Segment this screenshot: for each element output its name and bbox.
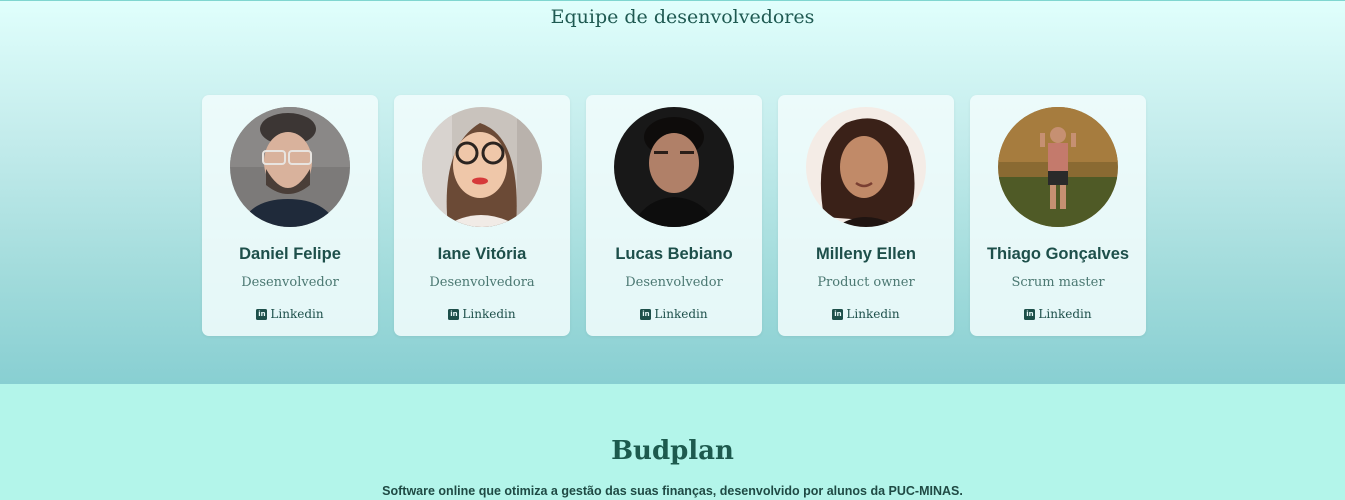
linkedin-label: Linkedin [1038,307,1092,321]
footer-tagline: Software online que otimiza a gestão das… [382,484,963,498]
member-name: Iane Vitória [437,245,527,263]
member-name: Lucas Bebiano [615,245,733,263]
member-role: Scrum master [1011,275,1105,290]
member-photo [806,107,926,227]
member-photo [422,107,542,227]
member-name: Thiago Gonçalves [986,245,1130,263]
member-card-thiago: Thiago Gonçalves Scrum master in Linkedi… [970,95,1146,336]
linkedin-icon: in [256,308,268,320]
team-cards: Daniel Felipe Desenvolvedor in Linkedin [202,95,1146,336]
member-card-daniel: Daniel Felipe Desenvolvedor in Linkedin [202,95,378,336]
linkedin-label: Linkedin [846,307,900,321]
linkedin-link[interactable]: in Linkedin [778,307,954,321]
linkedin-icon: in [448,308,460,320]
member-photo [230,107,350,227]
member-role: Desenvolvedor [241,275,339,290]
member-card-lucas: Lucas Bebiano Desenvolvedor in Linkedin [586,95,762,336]
member-role: Product owner [817,275,915,290]
linkedin-icon: in [640,308,652,320]
member-card-milleny: Milleny Ellen Product owner in Linkedin [778,95,954,336]
team-section: Equipe de desenvolvedores Daniel Felipe … [0,0,1345,384]
member-role: Desenvolvedor [625,275,723,290]
linkedin-label: Linkedin [462,307,516,321]
member-photo [614,107,734,227]
footer: Budplan Software online que otimiza a ge… [0,384,1345,500]
linkedin-icon: in [832,308,844,320]
team-title: Equipe de desenvolvedores [550,6,815,28]
member-photo [998,107,1118,227]
linkedin-label: Linkedin [654,307,708,321]
linkedin-label: Linkedin [270,307,324,321]
linkedin-link[interactable]: in Linkedin [586,307,762,321]
brand-name: Budplan [611,436,734,466]
linkedin-icon: in [1024,308,1036,320]
member-card-iane: Iane Vitória Desenvolvedora in Linkedin [394,95,570,336]
linkedin-link[interactable]: in Linkedin [394,307,570,321]
linkedin-link[interactable]: in Linkedin [970,307,1146,321]
linkedin-link[interactable]: in Linkedin [202,307,378,321]
member-role: Desenvolvedora [429,275,535,290]
member-name: Daniel Felipe [239,245,341,263]
member-name: Milleny Ellen [816,245,916,263]
